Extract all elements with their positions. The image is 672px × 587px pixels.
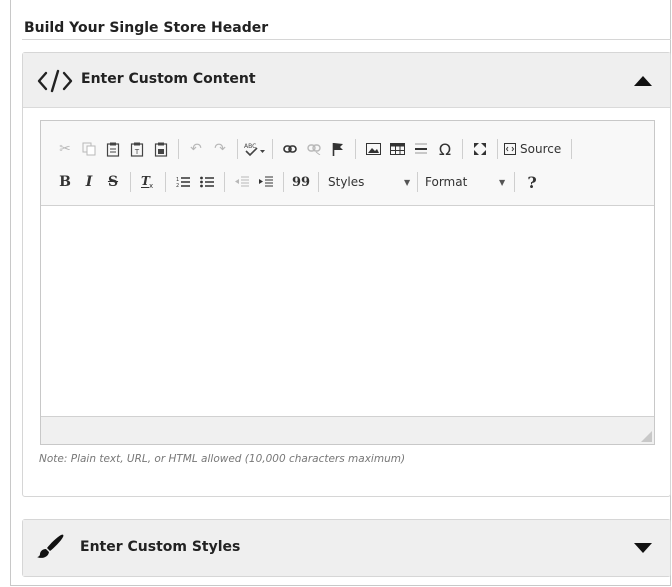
special-char-icon[interactable]: Ω xyxy=(434,137,456,161)
maximize-icon[interactable] xyxy=(469,137,491,161)
svg-text:2: 2 xyxy=(176,183,179,188)
toolbar-row-2: B I S Tx 12 99 Styles ▼ Format ▼ ? xyxy=(53,169,544,195)
image-icon[interactable] xyxy=(362,137,384,161)
chevron-up-icon[interactable] xyxy=(634,75,652,87)
editor-content-area[interactable] xyxy=(41,206,654,416)
bulleted-list-icon[interactable] xyxy=(196,170,218,194)
format-dropdown[interactable]: Format ▼ xyxy=(423,170,509,194)
editor-status-bar xyxy=(41,416,654,444)
toolbar-separator xyxy=(165,172,166,192)
toolbar-separator xyxy=(283,172,284,192)
page-title: Build Your Single Store Header xyxy=(24,20,269,36)
styles-dropdown[interactable]: Styles ▼ xyxy=(324,170,412,194)
chevron-down-icon: ▼ xyxy=(404,177,411,187)
svg-text:x: x xyxy=(149,182,153,189)
toolbar-separator xyxy=(178,139,179,159)
indent-icon[interactable] xyxy=(255,170,277,194)
anchor-flag-icon[interactable] xyxy=(327,137,349,161)
format-dropdown-label: Format xyxy=(425,175,468,189)
paste-word-icon[interactable] xyxy=(150,137,172,161)
table-icon[interactable] xyxy=(386,137,408,161)
rich-text-editor: ✂ T ↶ ↷ ABC Ω Source B I S T x 1 2 99 St… xyxy=(40,120,655,445)
numbered-list-icon[interactable]: 12 xyxy=(172,170,194,194)
toolbar-separator xyxy=(417,172,418,192)
custom-content-label: Enter Custom Content xyxy=(81,71,256,87)
content-note: Note: Plain text, URL, or HTML allowed (… xyxy=(39,453,406,465)
italic-icon[interactable]: I xyxy=(78,170,100,194)
toolbar-separator xyxy=(318,172,319,192)
help-icon[interactable]: ? xyxy=(521,170,543,194)
undo-icon[interactable]: ↶ xyxy=(185,137,207,161)
paste-icon[interactable] xyxy=(102,137,124,161)
editor-toolbar: ✂ T ↶ ↷ ABC Ω Source B I S T x 1 2 99 St… xyxy=(41,121,654,206)
source-icon xyxy=(504,143,516,155)
toolbar-separator xyxy=(462,139,463,159)
toolbar-separator xyxy=(272,139,273,159)
bold-icon[interactable]: B xyxy=(54,170,76,194)
custom-styles-panel: Enter Custom Styles xyxy=(22,519,671,577)
chevron-down-icon[interactable] xyxy=(634,542,652,554)
source-label: Source xyxy=(520,142,562,156)
toolbar-separator xyxy=(514,172,515,192)
code-icon xyxy=(37,69,73,93)
title-divider xyxy=(22,39,671,40)
toolbar-separator xyxy=(130,172,131,192)
outdent-icon[interactable] xyxy=(231,170,253,194)
copy-icon[interactable] xyxy=(78,137,100,161)
toolbar-row-1: ✂ T ↶ ↷ ABC Ω Source xyxy=(53,136,577,162)
toolbar-separator xyxy=(237,139,238,159)
strikethrough-icon[interactable]: S xyxy=(102,170,124,194)
custom-content-panel-header[interactable]: Enter Custom Content xyxy=(23,53,670,108)
redo-icon[interactable]: ↷ xyxy=(209,137,231,161)
chevron-down-icon: ▼ xyxy=(499,177,506,187)
cut-icon[interactable]: ✂ xyxy=(54,137,76,161)
paste-text-icon[interactable]: T xyxy=(126,137,148,161)
remove-format-icon[interactable]: Tx xyxy=(137,170,159,194)
svg-text:ABC: ABC xyxy=(244,143,256,150)
spellcheck-icon[interactable]: ABC xyxy=(244,137,266,161)
svg-text:T: T xyxy=(134,148,140,156)
source-button[interactable]: Source xyxy=(504,137,565,161)
toolbar-separator xyxy=(355,139,356,159)
custom-styles-label: Enter Custom Styles xyxy=(80,539,241,555)
link-icon[interactable] xyxy=(279,137,301,161)
custom-styles-panel-header[interactable]: Enter Custom Styles xyxy=(23,520,670,576)
unlink-icon[interactable] xyxy=(303,137,325,161)
styles-dropdown-label: Styles xyxy=(328,175,365,189)
toolbar-separator xyxy=(571,139,573,159)
horizontal-rule-icon[interactable] xyxy=(410,137,432,161)
custom-content-panel: Enter Custom Content ✂ T ↶ ↷ ABC Ω Sourc… xyxy=(22,52,671,497)
resize-handle-icon[interactable] xyxy=(640,430,652,442)
toolbar-separator xyxy=(497,139,498,159)
toolbar-separator xyxy=(224,172,225,192)
blockquote-icon[interactable]: 99 xyxy=(290,170,312,194)
paintbrush-icon xyxy=(37,534,64,558)
